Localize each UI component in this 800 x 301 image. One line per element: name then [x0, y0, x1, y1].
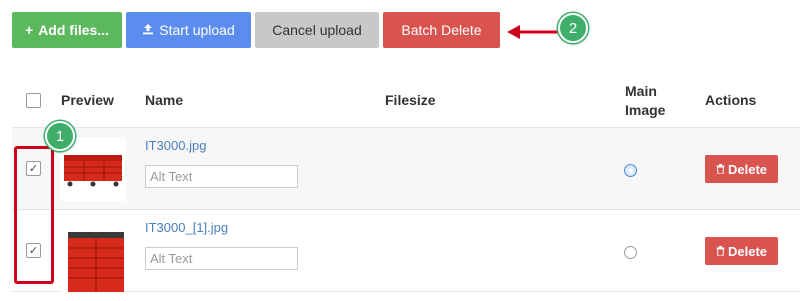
header-filesize: Filesize — [385, 92, 436, 108]
header-main-image-line1: Main — [625, 83, 657, 99]
toolbar: + Add files... Start upload Cancel uploa… — [12, 12, 500, 49]
trash-icon — [716, 162, 725, 177]
cancel-upload-label: Cancel upload — [272, 22, 362, 38]
main-image-radio[interactable] — [624, 246, 637, 259]
toolbox-thumbnail — [60, 228, 126, 292]
row-checkbox[interactable]: ✓ — [26, 243, 41, 258]
table-row: ✓ IT3000.jpg Delete — [12, 128, 800, 210]
batch-delete-label: Batch Delete — [401, 22, 482, 38]
start-upload-button[interactable]: Start upload — [126, 12, 251, 48]
header-actions: Actions — [705, 92, 757, 108]
alt-text-input[interactable] — [145, 165, 298, 188]
trash-icon — [716, 244, 725, 259]
annotation-badge-1: 1 — [45, 121, 75, 151]
filename-link[interactable]: IT3000.jpg — [145, 138, 206, 153]
header-main-image: Main Image — [625, 82, 665, 120]
header-preview: Preview — [61, 92, 114, 108]
plus-icon: + — [25, 22, 34, 38]
table-header: Preview Name Filesize Main Image Actions — [12, 70, 800, 128]
main-image-radio[interactable] — [624, 164, 637, 177]
filename-link[interactable]: IT3000_[1].jpg — [145, 220, 228, 235]
arrow-left-icon — [507, 25, 559, 39]
cancel-upload-button[interactable]: Cancel upload — [255, 12, 379, 48]
upload-icon — [142, 23, 154, 37]
select-all-checkbox[interactable] — [26, 93, 41, 108]
delete-label: Delete — [727, 243, 768, 259]
file-table: Preview Name Filesize Main Image Actions… — [12, 70, 800, 292]
toolbox-image — [68, 232, 124, 292]
delete-button[interactable]: Delete — [705, 155, 778, 183]
table-row: ✓ IT3000_[1].jpg Delete — [12, 210, 800, 292]
row-checkbox[interactable]: ✓ — [26, 161, 41, 176]
add-files-label: Add files... — [38, 22, 109, 38]
delete-label: Delete — [727, 161, 768, 177]
batch-delete-button[interactable]: Batch Delete — [383, 12, 500, 48]
annotation-badge-2: 2 — [558, 13, 588, 43]
header-main-image-line2: Image — [625, 102, 666, 118]
header-name: Name — [145, 92, 184, 108]
alt-text-input[interactable] — [145, 247, 298, 270]
delete-button[interactable]: Delete — [705, 237, 778, 265]
start-upload-label: Start upload — [159, 22, 235, 38]
add-files-button[interactable]: + Add files... — [12, 12, 122, 48]
